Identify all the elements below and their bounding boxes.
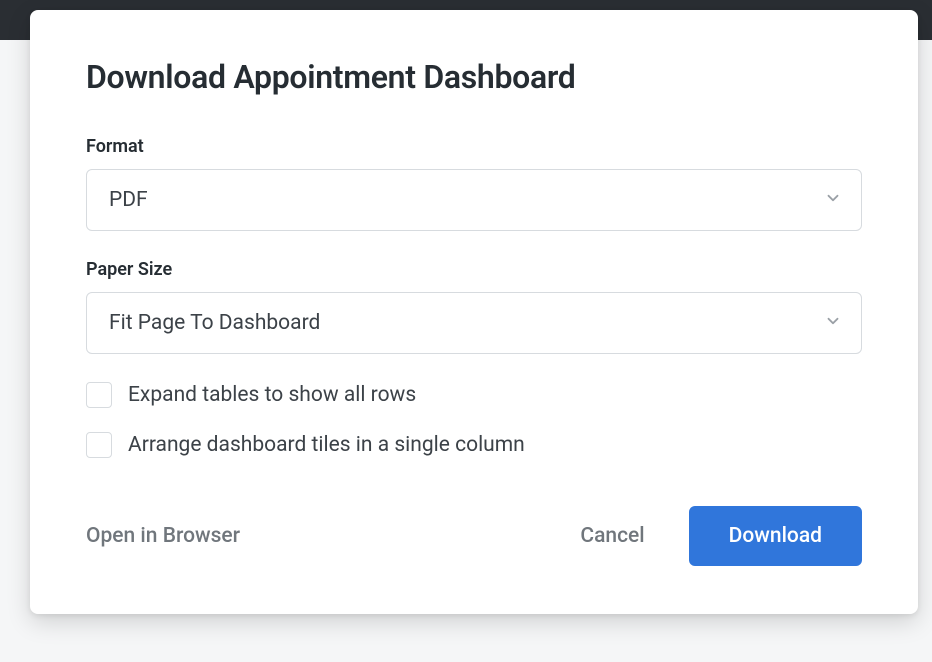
modal-actions: Open in Browser Cancel Download: [86, 506, 862, 566]
cancel-button[interactable]: Cancel: [580, 524, 644, 548]
format-select-wrap: PDF: [86, 169, 862, 231]
paper-size-select[interactable]: Fit Page To Dashboard: [86, 292, 862, 354]
paper-size-field: Paper Size Fit Page To Dashboard: [86, 259, 862, 354]
download-button[interactable]: Download: [689, 506, 862, 566]
expand-tables-label[interactable]: Expand tables to show all rows: [128, 383, 416, 407]
download-dashboard-modal: Download Appointment Dashboard Format PD…: [30, 10, 918, 614]
single-column-checkbox[interactable]: [86, 432, 112, 458]
format-field: Format PDF: [86, 136, 862, 231]
paper-size-select-wrap: Fit Page To Dashboard: [86, 292, 862, 354]
paper-size-label: Paper Size: [86, 259, 862, 280]
open-in-browser-button[interactable]: Open in Browser: [86, 524, 240, 548]
actions-right: Cancel Download: [580, 506, 862, 566]
expand-tables-checkbox[interactable]: [86, 382, 112, 408]
expand-tables-option: Expand tables to show all rows: [86, 382, 862, 408]
single-column-option: Arrange dashboard tiles in a single colu…: [86, 432, 862, 458]
format-label: Format: [86, 136, 862, 157]
modal-title: Download Appointment Dashboard: [86, 58, 862, 96]
format-select[interactable]: PDF: [86, 169, 862, 231]
single-column-label[interactable]: Arrange dashboard tiles in a single colu…: [128, 433, 525, 457]
